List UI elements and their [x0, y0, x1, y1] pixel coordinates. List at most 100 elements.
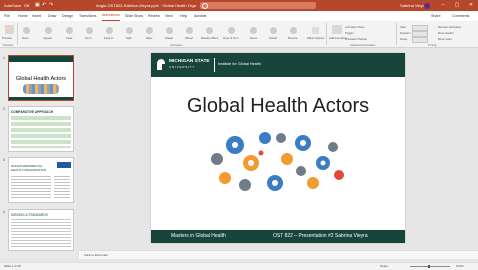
- menu-review[interactable]: Review: [148, 11, 160, 21]
- effect-wipe-label[interactable]: Wipe: [146, 36, 152, 40]
- thumb-footer: [9, 97, 73, 100]
- effect-fade-label[interactable]: Fade: [66, 36, 72, 40]
- effect-zoom-label[interactable]: Zoom: [250, 36, 257, 40]
- effect-swivel-icon[interactable]: [270, 27, 277, 34]
- redo-icon[interactable]: ↷: [49, 0, 53, 11]
- thumb-graphic: [23, 84, 59, 94]
- slide-footer-band: Masters in Global Health OST 822 – Prese…: [151, 230, 405, 243]
- zoom-slider-thumb[interactable]: [428, 264, 430, 268]
- menu-view[interactable]: View: [165, 11, 173, 21]
- thumb-header: [9, 56, 73, 62]
- effect-split-icon[interactable]: [126, 27, 133, 34]
- footer-presentation: OST 822 – Presentation #2 Sabrina Vieyra: [273, 233, 368, 239]
- preview-label[interactable]: Preview: [2, 36, 12, 40]
- move-later-button[interactable]: Move Later: [438, 37, 452, 41]
- slide-title[interactable]: Global Health Actors: [151, 95, 405, 118]
- thumbnail-title: COMPARATIVE APPROACH: [11, 110, 54, 114]
- comments-button[interactable]: Comments: [452, 11, 469, 21]
- animation-painter-button[interactable]: Animation Painter: [345, 37, 367, 41]
- menu-draw[interactable]: Draw: [48, 11, 56, 21]
- thumb-table: [11, 116, 71, 148]
- effect-grow-turn-label[interactable]: Grow & Turn: [223, 36, 239, 40]
- thumbnail-title: MISSION & STANDARDS: [11, 213, 48, 217]
- menu-home[interactable]: Home: [18, 11, 28, 21]
- thumbnail-number: 1: [3, 56, 5, 60]
- notes-placeholder[interactable]: Click to add notes: [84, 251, 108, 259]
- ribbon-separator: [396, 23, 397, 45]
- effect-fade-icon[interactable]: [66, 27, 73, 34]
- thumbnail-slide-4[interactable]: MISSION & STANDARDS: [8, 209, 74, 251]
- thumbnail-slide-1[interactable]: Global Health Actors: [8, 55, 74, 101]
- delay-field[interactable]: [412, 37, 428, 43]
- undo-icon[interactable]: ↶: [42, 0, 46, 11]
- effect-options-label[interactable]: Effect Options: [307, 36, 325, 40]
- spartan-helmet-icon: [157, 59, 165, 70]
- close-icon[interactable]: ✕: [464, 0, 478, 11]
- effect-appear-icon[interactable]: [45, 27, 52, 34]
- msu-logo-subtext: U N I V E R S I T Y: [169, 65, 195, 69]
- effect-shape-icon[interactable]: [166, 27, 173, 34]
- search-box[interactable]: Search: [200, 2, 316, 16]
- thumb-text-lines: [54, 176, 70, 198]
- slide-header-band: MICHIGAN STATE U N I V E R S I T Y Insti…: [151, 53, 405, 77]
- menu-help[interactable]: Help: [180, 11, 187, 21]
- effect-swivel-label[interactable]: Swivel: [269, 36, 277, 40]
- avatar[interactable]: [424, 2, 430, 9]
- effect-random-bars-icon[interactable]: [206, 27, 213, 34]
- thumbnail-title: NONGOVERNMENTAL HEALTH ORGANIZATION: [11, 164, 47, 172]
- menu-acrobat[interactable]: Acrobat: [194, 11, 206, 21]
- menu-insert[interactable]: Insert: [32, 11, 41, 21]
- effect-wipe-icon[interactable]: [146, 27, 153, 34]
- effect-options-icon[interactable]: [312, 27, 319, 34]
- effect-wheel-icon[interactable]: [186, 27, 193, 34]
- group-timing: Timing: [428, 43, 437, 47]
- save-icon[interactable]: ▣: [35, 0, 40, 11]
- effect-none-icon[interactable]: [23, 27, 30, 34]
- effect-bounce-icon[interactable]: [290, 27, 297, 34]
- maximize-icon[interactable]: ▢: [450, 0, 464, 11]
- effect-fly-in-icon[interactable]: [86, 27, 93, 34]
- delay-label: Delay:: [400, 37, 408, 41]
- preview-icon[interactable]: [5, 25, 14, 34]
- effect-split-label[interactable]: Split: [126, 36, 131, 40]
- effect-shape-label[interactable]: Shape: [165, 36, 173, 40]
- thumbnail-slide-3[interactable]: NONGOVERNMENTAL HEALTH ORGANIZATION: [8, 157, 74, 203]
- menu-transitions[interactable]: Transitions: [79, 11, 96, 21]
- effect-wheel-label[interactable]: Wheel: [185, 36, 193, 40]
- menu-design[interactable]: Design: [62, 11, 73, 21]
- effect-appear-label[interactable]: Appear: [43, 36, 52, 40]
- effect-fly-in-label[interactable]: Fly In: [85, 36, 92, 40]
- group-animation: Animation: [170, 43, 183, 47]
- effect-bounce-label[interactable]: Bounce: [288, 36, 298, 40]
- trigger-dropdown[interactable]: Trigger: [345, 31, 354, 35]
- autosave-label[interactable]: AutoSave: [4, 0, 21, 11]
- add-animation-icon[interactable]: [332, 25, 342, 34]
- effect-none-label[interactable]: None: [22, 36, 29, 40]
- thumb-logo: [57, 162, 71, 168]
- effect-float-in-icon[interactable]: [106, 27, 113, 34]
- ribbon-separator: [17, 23, 18, 45]
- animation-pane-button[interactable]: Animation Pane: [345, 25, 365, 29]
- menu-animations[interactable]: Animations: [102, 11, 120, 21]
- logo-divider: [214, 58, 215, 72]
- share-button[interactable]: Share: [431, 11, 441, 21]
- move-earlier-button[interactable]: Move Earlier: [438, 31, 454, 35]
- thumbnail-slide-2[interactable]: COMPARATIVE APPROACH: [8, 106, 74, 152]
- document-title: Anglo-OST822-Sabrina-Vieyra.pptx · Globa…: [96, 3, 196, 8]
- start-label: Start:: [400, 25, 407, 29]
- slide-canvas[interactable]: MICHIGAN STATE U N I V E R S I T Y Insti…: [151, 53, 405, 243]
- effect-random-bars-label[interactable]: Random Bars: [201, 36, 218, 40]
- effect-zoom-icon[interactable]: [250, 27, 257, 34]
- reorder-label: Reorder Animation: [438, 25, 462, 29]
- zoom-slider[interactable]: [410, 266, 450, 267]
- minimize-icon[interactable]: –: [436, 0, 450, 11]
- institute-name: Institute for Global Health: [218, 62, 261, 66]
- group-advanced-animation: Advanced Animation: [350, 43, 376, 47]
- effect-grow-turn-icon[interactable]: [228, 27, 235, 34]
- menu-slide-show[interactable]: Slide Show: [125, 11, 143, 21]
- effect-float-in-label[interactable]: Float In: [104, 36, 113, 40]
- notes-pane[interactable]: Click to add notes: [79, 250, 478, 259]
- menu-file[interactable]: File: [4, 11, 10, 21]
- user-name[interactable]: Sabrina Vieyra: [400, 0, 426, 11]
- autosave-toggle[interactable]: Off: [24, 0, 29, 11]
